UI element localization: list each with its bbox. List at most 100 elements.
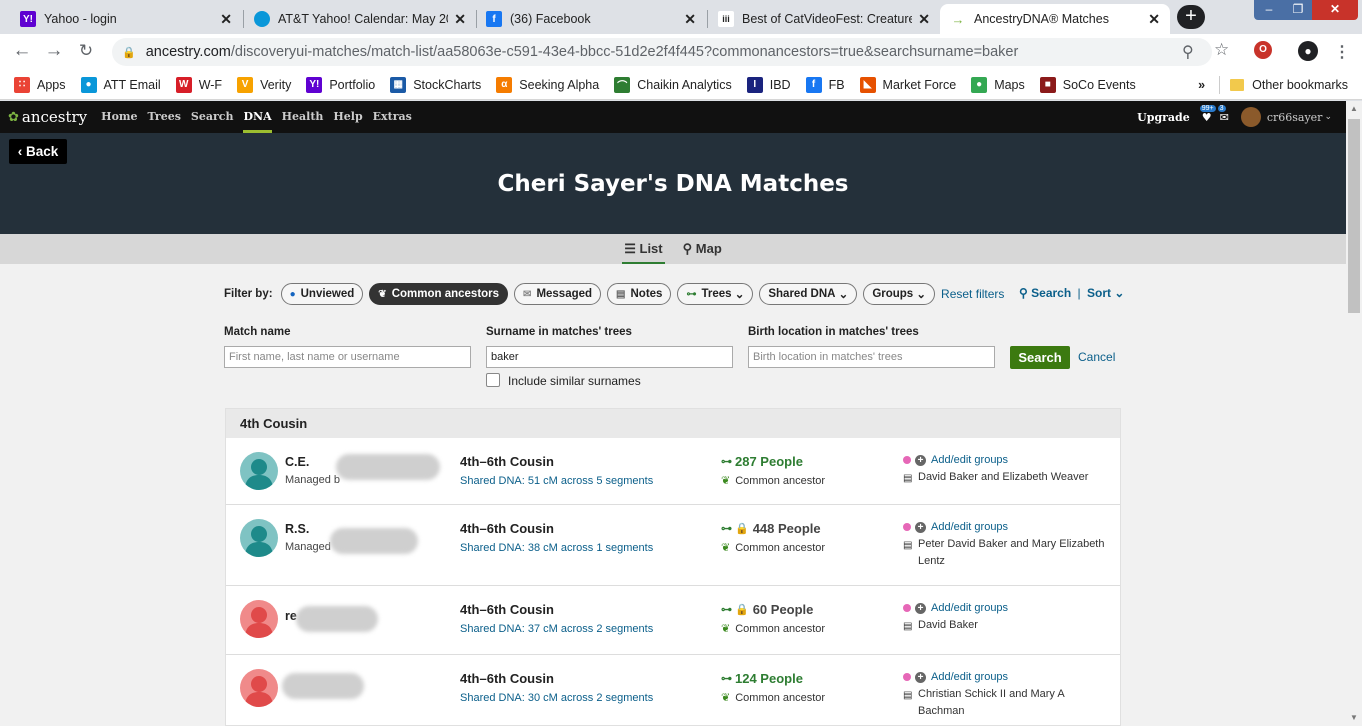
- nav-health[interactable]: Health: [282, 101, 324, 133]
- page-scrollbar[interactable]: ▲ ▼: [1346, 101, 1362, 726]
- bookmark-att-email[interactable]: ● ATT Email: [80, 76, 161, 93]
- filter-common-ancestors[interactable]: ❦ Common ancestors: [369, 283, 509, 305]
- shared-dna-link[interactable]: Shared DNA: 51 cM across 5 segments: [460, 475, 653, 487]
- tab-facebook[interactable]: f (36) Facebook ✕: [476, 4, 706, 34]
- chevron-down-icon[interactable]: ⌄: [1324, 112, 1332, 122]
- filter-notes[interactable]: ▤ Notes: [607, 283, 672, 305]
- nav-help[interactable]: Help: [333, 101, 362, 133]
- filter-trees[interactable]: ⊶ Trees ⌄: [677, 283, 754, 305]
- other-bookmarks-folder[interactable]: Other bookmarks: [1252, 78, 1348, 92]
- common-ancestors-names[interactable]: ▤ Christian Schick II and Mary A Bachman: [903, 686, 1113, 720]
- scroll-down-icon[interactable]: ▼: [1346, 710, 1362, 726]
- bookmark-maps[interactable]: ● Maps: [971, 76, 1025, 93]
- scroll-up-icon[interactable]: ▲: [1346, 101, 1362, 117]
- nav-trees[interactable]: Trees: [148, 101, 181, 133]
- nav-search[interactable]: Search: [191, 101, 234, 133]
- reset-filters-link[interactable]: Reset filters: [941, 287, 1004, 301]
- more-bookmarks-button[interactable]: »: [1198, 78, 1205, 92]
- back-button[interactable]: ‹ Back: [9, 139, 67, 164]
- tab-att-calendar[interactable]: AT&T Yahoo! Calendar: May 202 ✕: [244, 4, 476, 34]
- bookmark-seeking-alpha[interactable]: α Seeking Alpha: [496, 76, 599, 93]
- similar-surnames-checkbox[interactable]: [486, 373, 500, 387]
- match-avatar[interactable]: [240, 452, 278, 490]
- match-name[interactable]: C.E.: [285, 455, 309, 469]
- match-avatar[interactable]: [240, 600, 278, 638]
- tab-catvideofest[interactable]: iii Best of CatVideoFest: Creature C ✕: [708, 4, 940, 34]
- close-tab-icon[interactable]: ✕: [1148, 11, 1160, 28]
- birth-location-input[interactable]: [748, 346, 995, 368]
- match-row[interactable]: re 4th–6th Cousin Shared DNA: 37 cM across…: [226, 586, 1120, 655]
- match-row[interactable]: 4th–6th Cousin Shared DNA: 30 cM across 2…: [226, 655, 1120, 726]
- bookmark-w-f[interactable]: W W-F: [175, 76, 222, 93]
- match-name[interactable]: R.S.: [285, 522, 309, 536]
- extension-icon[interactable]: O: [1254, 41, 1272, 59]
- menu-kebab-icon[interactable]: ⋮: [1334, 42, 1350, 62]
- username[interactable]: cr66sayer: [1267, 111, 1323, 124]
- maximize-button[interactable]: ❐: [1284, 0, 1312, 20]
- match-row[interactable]: C.E. Managed b 4th–6th Cousin Shared DNA: 5…: [226, 438, 1120, 505]
- search-toggle[interactable]: Search: [1031, 286, 1071, 300]
- tree-size[interactable]: ⊶ 124 People: [721, 671, 803, 686]
- surname-input[interactable]: [486, 346, 733, 368]
- match-avatar[interactable]: [240, 519, 278, 557]
- address-bar[interactable]: 🔒 ancestry.com/discoveryui-matches/match…: [112, 38, 1212, 66]
- profile-icon[interactable]: ●: [1298, 41, 1318, 61]
- bookmark-stockcharts[interactable]: ▦ StockCharts: [390, 76, 481, 93]
- shared-dna-link[interactable]: Shared DNA: 37 cM across 2 segments: [460, 623, 653, 635]
- tab-map[interactable]: ⚲ Map: [681, 234, 724, 264]
- match-avatar[interactable]: [240, 669, 278, 707]
- reload-icon[interactable]: ↻: [74, 41, 98, 61]
- scroll-thumb[interactable]: [1348, 119, 1360, 313]
- bookmark-soco-events[interactable]: ■ SoCo Events: [1039, 76, 1136, 93]
- new-tab-button[interactable]: +: [1177, 5, 1205, 29]
- sort-toggle[interactable]: Sort: [1087, 286, 1111, 300]
- common-ancestor-tag[interactable]: ❦ Common ancestor: [721, 691, 825, 705]
- nav-extras[interactable]: Extras: [373, 101, 412, 133]
- tree-size[interactable]: ⊶ 🔒 60 People: [721, 602, 813, 617]
- tree-size[interactable]: ⊶ 287 People: [721, 454, 803, 469]
- user-avatar[interactable]: [1240, 107, 1261, 127]
- close-tab-icon[interactable]: ✕: [220, 11, 232, 28]
- bookmark-chaikin-analytics[interactable]: ⌒ Chaikin Analytics: [614, 76, 732, 93]
- tab-ancestry-matches[interactable]: → AncestryDNA® Matches ✕: [940, 4, 1170, 34]
- tab-yahoo-login[interactable]: Y! Yahoo - login ✕: [10, 4, 242, 34]
- ancestry-logo[interactable]: ✿ ancestry: [8, 108, 87, 126]
- upgrade-link[interactable]: Upgrade: [1137, 111, 1190, 124]
- bookmark-portfolio[interactable]: Y! Portfolio: [306, 76, 375, 93]
- common-ancestors-names[interactable]: ▤ David Baker: [903, 617, 1113, 634]
- close-window-button[interactable]: ✕: [1312, 0, 1358, 20]
- add-edit-groups[interactable]: + Add/edit groups: [903, 521, 1008, 533]
- search-button[interactable]: Search: [1010, 346, 1070, 369]
- common-ancestor-tag[interactable]: ❦ Common ancestor: [721, 622, 825, 636]
- bookmark-fb[interactable]: f FB: [805, 76, 845, 93]
- bookmark-market-force[interactable]: ◣ Market Force: [859, 76, 956, 93]
- bookmark-apps[interactable]: ∷ Apps: [14, 76, 66, 93]
- forward-arrow-icon[interactable]: →: [42, 40, 66, 62]
- tab-list[interactable]: ☰ List: [622, 234, 665, 264]
- common-ancestors-names[interactable]: ▤ David Baker and Elizabeth Weaver: [903, 469, 1113, 486]
- filter-messaged[interactable]: ✉ Messaged: [514, 283, 602, 305]
- minimize-button[interactable]: –: [1254, 0, 1284, 20]
- bookmark-star-icon[interactable]: ☆: [1214, 40, 1229, 60]
- back-arrow-icon[interactable]: ←: [10, 40, 34, 62]
- nav-dna[interactable]: DNA: [243, 101, 272, 133]
- close-tab-icon[interactable]: ✕: [684, 11, 696, 28]
- add-edit-groups[interactable]: + Add/edit groups: [903, 602, 1008, 614]
- match-row[interactable]: R.S. Managed 4th–6th Cousin Shared DNA: 38 …: [226, 505, 1120, 586]
- close-tab-icon[interactable]: ✕: [454, 11, 466, 28]
- add-edit-groups[interactable]: + Add/edit groups: [903, 671, 1008, 683]
- shared-dna-link[interactable]: Shared DNA: 30 cM across 2 segments: [460, 692, 653, 704]
- messages-icon[interactable]: ✉ 3: [1217, 104, 1229, 124]
- add-edit-groups[interactable]: + Add/edit groups: [903, 454, 1008, 466]
- match-name-input[interactable]: [224, 346, 471, 368]
- bookmark-verity[interactable]: V Verity: [237, 76, 291, 93]
- common-ancestor-tag[interactable]: ❦ Common ancestor: [721, 541, 825, 555]
- match-name[interactable]: re: [285, 609, 297, 623]
- shared-dna-link[interactable]: Shared DNA: 38 cM across 1 segments: [460, 542, 653, 554]
- filter-groups[interactable]: Groups ⌄: [863, 283, 936, 305]
- bookmark-ibd[interactable]: I IBD: [746, 76, 791, 93]
- filter-unviewed[interactable]: ● Unviewed: [280, 283, 364, 305]
- close-tab-icon[interactable]: ✕: [918, 11, 930, 28]
- filter-shared-dna[interactable]: Shared DNA ⌄: [759, 283, 858, 305]
- common-ancestor-tag[interactable]: ❦ Common ancestor: [721, 474, 825, 488]
